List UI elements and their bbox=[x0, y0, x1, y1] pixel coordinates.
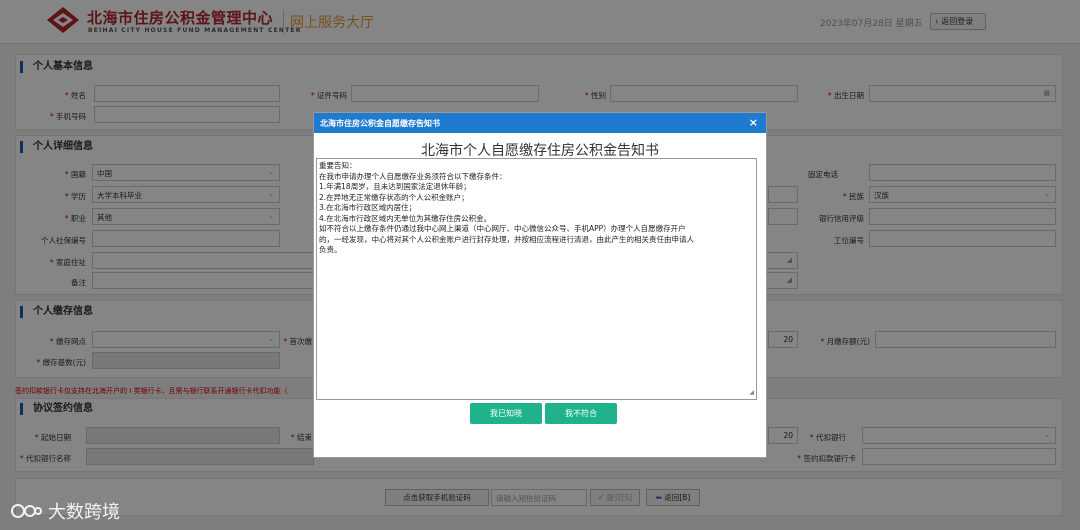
notice-line: 的，一经发现，中心将对其个人公积金账户进行封存处理，并按相应流程进行清退，由此产… bbox=[319, 234, 694, 244]
notice-line: 4.在北海市行政区域内无单位为其缴存住房公积金。 bbox=[319, 213, 492, 223]
notice-line: 2.在异地无正常缴存状态的个人公积金账户； bbox=[319, 192, 469, 202]
notice-line: 在我市申请办理个人自愿缴存业务须符合以下缴存条件： bbox=[319, 171, 507, 181]
modal-title: 北海市个人自愿缴存住房公积金告知书 bbox=[421, 143, 659, 159]
notice-modal: 北海市住房公积金自愿缴存告知书 × 北海市个人自愿缴存住房公积金告知书 重要告知… bbox=[313, 112, 767, 458]
watermark-text: 大数跨境 bbox=[48, 502, 120, 523]
close-icon[interactable]: × bbox=[749, 116, 758, 129]
modal-header-title: 北海市住房公积金自愿缴存告知书 bbox=[320, 119, 440, 128]
watermark: 大数跨境 bbox=[10, 498, 120, 524]
notice-line: 1.年满18周岁，且未达到国家法定退休年龄； bbox=[319, 182, 471, 191]
watermark-logo-icon bbox=[11, 504, 42, 518]
resize-icon[interactable]: ◢ bbox=[749, 388, 754, 399]
notice-line: 如不符合以上缴存条件仍通过我中心网上渠道（中心网厅、中心微信公众号、手机APP）… bbox=[319, 224, 686, 233]
notice-line: 负责。 bbox=[319, 245, 342, 254]
notice-textarea[interactable]: 重要告知： 在我市申请办理个人自愿缴存业务须符合以下缴存条件： 1.年满18周岁… bbox=[316, 158, 757, 400]
acknowledge-button[interactable]: 我已知晓 bbox=[470, 403, 542, 424]
not-eligible-button[interactable]: 我不符合 bbox=[545, 403, 617, 424]
notice-line: 3.在北海市行政区域内居住； bbox=[319, 203, 417, 212]
modal-header: 北海市住房公积金自愿缴存告知书 × bbox=[314, 113, 766, 133]
notice-line: 重要告知： bbox=[319, 161, 357, 170]
